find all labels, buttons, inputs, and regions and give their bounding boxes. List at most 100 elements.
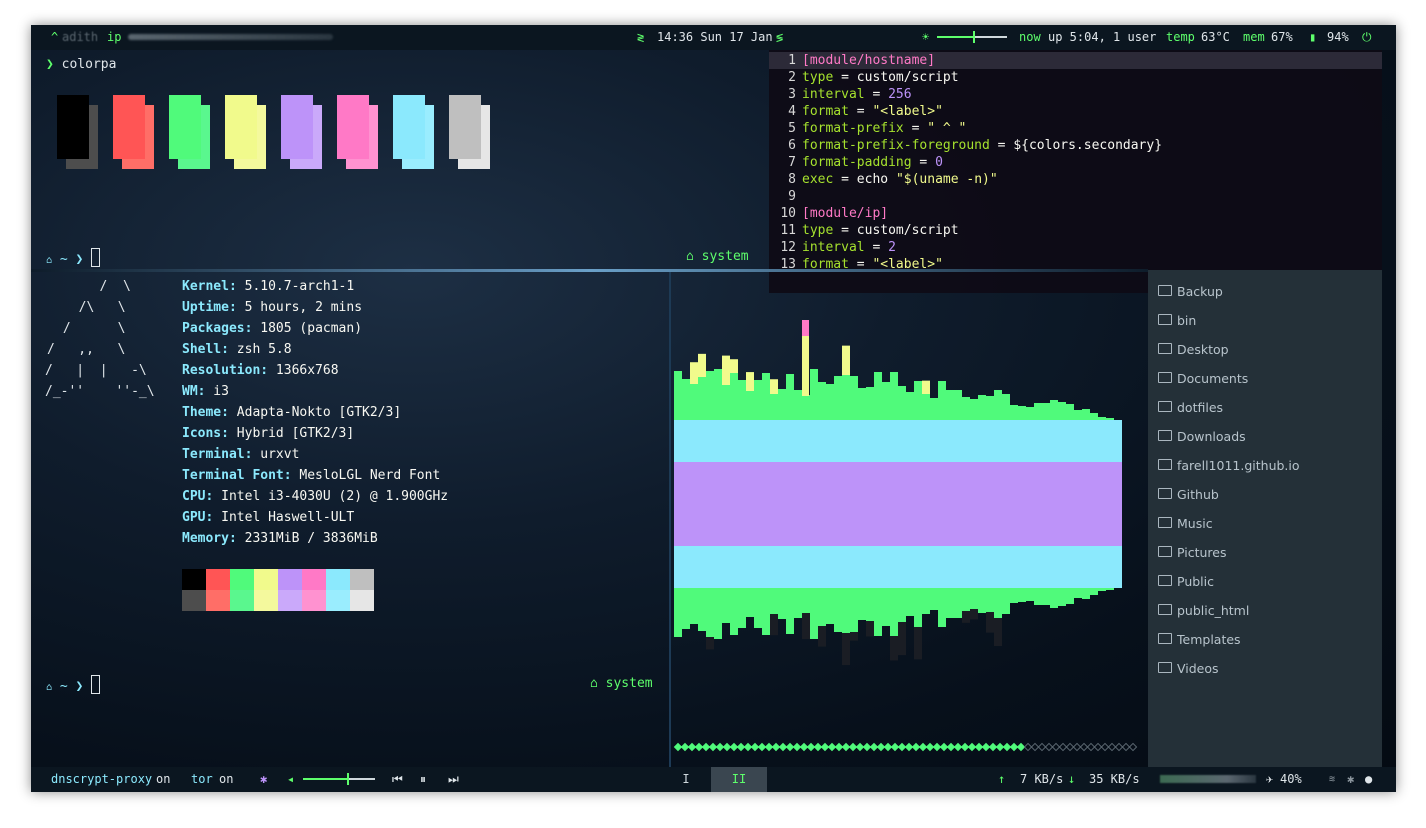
vis-band-green <box>1002 394 1010 420</box>
vis-band-green <box>682 379 690 420</box>
vis-band-purple <box>794 462 802 546</box>
workspace-2-active[interactable]: II <box>711 767 767 792</box>
folder-label: Public <box>1177 574 1214 589</box>
vis-band-purple <box>1066 462 1074 546</box>
folder-item[interactable]: Templates <box>1158 630 1241 650</box>
vis-band-green <box>706 371 714 420</box>
playback-progress-dot <box>1086 742 1096 752</box>
info-key: WM: <box>182 384 206 399</box>
playback-progress-dot <box>883 742 893 752</box>
folder-item[interactable]: bin <box>1158 311 1196 331</box>
file-manager-sidebar[interactable]: Backup bin Desktop Documents dotfiles Downloa… <box>1148 270 1382 767</box>
folder-item[interactable]: dotfiles <box>1158 398 1223 418</box>
folder-item[interactable]: Github <box>1158 485 1219 505</box>
folder-item[interactable]: Music <box>1158 514 1213 534</box>
playback-progress-dot <box>981 742 991 752</box>
bluetooth-icon[interactable]: ✱ <box>1347 772 1354 786</box>
clock-left-icon: ≷ <box>637 30 645 44</box>
vis-band-green <box>962 588 970 611</box>
dnscrypt-label[interactable]: dnscrypt-proxy <box>51 772 152 786</box>
next-track-icon[interactable]: ⏭ <box>448 772 459 787</box>
folder-item[interactable]: Pictures <box>1158 543 1227 563</box>
vis-band-green <box>930 588 938 610</box>
playback-progress-dot <box>876 742 886 752</box>
terminal-colorpanes[interactable]: ❯ colorpa ⌂ ~ ❯ ⌂ system <box>31 50 767 293</box>
command-line: ❯ colorpa <box>46 56 116 73</box>
vis-band-green <box>770 394 778 420</box>
editor-line: 5 format-prefix = " ^ " <box>769 120 1382 137</box>
folder-item[interactable]: farell1011.github.io <box>1158 456 1300 476</box>
brightness-slider[interactable] <box>937 31 1007 43</box>
previous-track-icon[interactable]: ⏮ <box>392 772 403 787</box>
system-label: system <box>605 676 653 691</box>
folder-item[interactable]: public_html <box>1158 601 1249 621</box>
workspace-1[interactable]: I <box>658 767 714 792</box>
vis-band-green <box>786 374 794 420</box>
folder-item[interactable]: Public <box>1158 572 1214 592</box>
vis-band-green <box>922 588 930 614</box>
vis-band-purple <box>754 462 762 546</box>
vis-band-cyan <box>770 546 778 588</box>
notification-icon[interactable]: ● <box>1365 772 1372 786</box>
vis-band-purple <box>970 462 978 546</box>
vis-spike-dark <box>842 633 850 666</box>
info-value: i3 <box>205 384 229 399</box>
folder-item[interactable]: Downloads <box>1158 427 1246 447</box>
vis-band-purple <box>826 462 834 546</box>
vis-band-green <box>730 588 738 635</box>
line-number: 3 <box>788 87 796 102</box>
logo-line: /_-'' ''-_\ <box>45 384 155 399</box>
code-token: "<label>" <box>872 104 943 119</box>
vis-band-cyan <box>1098 420 1106 462</box>
code-token: exec <box>802 172 834 187</box>
volume-slider[interactable] <box>303 773 375 785</box>
folder-item[interactable]: Backup <box>1158 282 1223 302</box>
playback-progress-dot <box>820 742 830 752</box>
vis-band-cyan <box>1034 420 1042 462</box>
cursor <box>91 675 101 694</box>
tor-state: on <box>219 772 234 786</box>
pause-icon[interactable]: ⏸ <box>420 772 426 787</box>
folder-item[interactable]: Desktop <box>1158 340 1229 360</box>
vis-band-cyan <box>1026 420 1034 462</box>
folder-item[interactable]: Documents <box>1158 369 1248 389</box>
volume-icon[interactable]: ◂ <box>287 772 294 786</box>
tor-label[interactable]: tor <box>191 772 213 786</box>
folder-label: dotfiles <box>1177 400 1224 415</box>
vis-band-green <box>1010 588 1018 603</box>
editor-polybar-config[interactable]: 1 [module/hostname] 2 type = custom/script 3… <box>769 50 1382 293</box>
vis-band-purple <box>1074 462 1082 546</box>
vis-band-cyan <box>794 420 802 462</box>
clock[interactable]: 14:36 Sun 17 Jan <box>657 30 773 44</box>
line-number: 10 <box>780 206 796 221</box>
vis-band-cyan <box>922 420 930 462</box>
vis-band-cyan <box>882 546 890 588</box>
vis-band-green <box>714 588 722 639</box>
hostname-prefix: ^ <box>51 30 59 44</box>
vis-band-green <box>1034 403 1042 420</box>
playback-progress-dot <box>1030 742 1040 752</box>
vis-band-cyan <box>770 420 778 462</box>
playback-progress-dot <box>715 742 725 752</box>
playback-progress-dot <box>946 742 956 752</box>
playback-progress-dot <box>757 742 767 752</box>
vis-band-purple <box>802 462 810 546</box>
palette-swatch <box>326 590 350 611</box>
vis-band-cyan <box>986 546 994 588</box>
color-swatch <box>393 95 434 169</box>
uptime: up 5:04, 1 user <box>1048 30 1157 44</box>
vis-band-cyan <box>754 546 762 588</box>
logo-line: / ,, \ <box>47 342 126 357</box>
wifi-icon[interactable]: ≋ <box>1329 774 1335 785</box>
bug-icon[interactable]: ✱ <box>260 772 267 786</box>
folder-item[interactable]: Videos <box>1158 659 1219 679</box>
vis-band-cyan <box>842 420 850 462</box>
vis-band-cyan <box>1018 546 1026 588</box>
vis-band-cyan <box>786 420 794 462</box>
terminal-neofetch[interactable]: / \ /\ \ / \ / ,, \ / | | -\ /_-'' ''-_\ Ke… <box>31 270 669 767</box>
vis-band-green <box>1058 402 1066 420</box>
info-value: Hybrid [GTK2/3] <box>228 426 355 441</box>
info-value: 1366x768 <box>268 363 339 378</box>
power-icon[interactable]: ⏻ <box>1362 30 1372 45</box>
vis-band-cyan <box>714 420 722 462</box>
